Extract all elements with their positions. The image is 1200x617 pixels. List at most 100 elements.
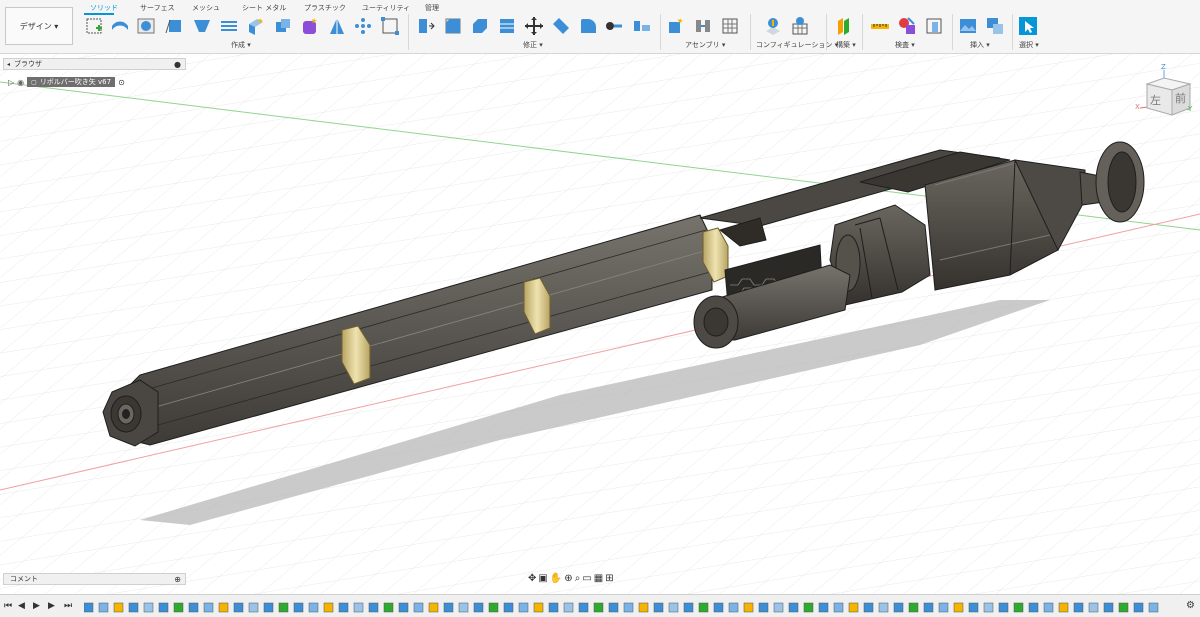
- timeline-feature-icon[interactable]: [1103, 602, 1114, 613]
- add-comment-icon[interactable]: ⊕: [174, 575, 181, 584]
- web-icon[interactable]: [246, 16, 266, 36]
- go-to-start-icon[interactable]: ⏮: [4, 601, 12, 611]
- configuration-table-icon[interactable]: [790, 16, 810, 36]
- timeline-feature-icon[interactable]: [308, 602, 319, 613]
- pan-hand-icon[interactable]: ✋: [550, 573, 562, 584]
- timeline-feature-icon[interactable]: [1088, 602, 1099, 613]
- timeline-feature-icon[interactable]: [458, 602, 469, 613]
- timeline-feature-icon[interactable]: [533, 602, 544, 613]
- timeline-feature-icon[interactable]: [548, 602, 559, 613]
- timeline-feature-icon[interactable]: [1118, 602, 1129, 613]
- timeline-feature-icon[interactable]: [638, 602, 649, 613]
- chamfer-icon[interactable]: [470, 16, 490, 36]
- timeline-feature-icon[interactable]: [413, 602, 424, 613]
- timeline-feature-icon[interactable]: [173, 602, 184, 613]
- timeline-feature-icon[interactable]: [233, 602, 244, 613]
- joint-icon[interactable]: [693, 16, 713, 36]
- go-to-end-icon[interactable]: ⏭: [64, 601, 72, 611]
- timeline-feature-icon[interactable]: [323, 602, 334, 613]
- press-pull-icon[interactable]: [416, 16, 436, 36]
- expand-triangle-icon[interactable]: ▷: [8, 78, 14, 87]
- create-sketch-icon[interactable]: [84, 16, 104, 36]
- viewcube-left-face[interactable]: 左: [1150, 92, 1161, 108]
- split-body-icon[interactable]: [551, 16, 571, 36]
- design-workspace-button[interactable]: デザイン ▾: [5, 7, 73, 45]
- measure-icon[interactable]: [870, 16, 890, 36]
- timeline-feature-icon[interactable]: [683, 602, 694, 613]
- timeline-feature-icon[interactable]: [278, 602, 289, 613]
- inspect-group-label[interactable]: 検査 ▾: [895, 40, 915, 50]
- timeline-feature-icon[interactable]: [1013, 602, 1024, 613]
- timeline-feature-icon[interactable]: [143, 602, 154, 613]
- timeline-feature-icon[interactable]: [878, 602, 889, 613]
- timeline-feature-icon[interactable]: [743, 602, 754, 613]
- timeline-feature-icon[interactable]: [84, 602, 94, 613]
- panel-pin-icon[interactable]: ●: [174, 60, 181, 69]
- timeline-feature-icon[interactable]: [578, 602, 589, 613]
- timeline-feature-icon[interactable]: [728, 602, 739, 613]
- timeline-feature-icon[interactable]: [368, 602, 379, 613]
- grid-snaps-icon[interactable]: ▦: [594, 573, 603, 584]
- timeline-feature-icon[interactable]: [158, 602, 169, 613]
- timeline-feature-icon[interactable]: [863, 602, 874, 613]
- comments-panel-header[interactable]: コメント ⊕: [3, 573, 186, 585]
- timeline-feature-icon[interactable]: [113, 602, 124, 613]
- timeline-feature-icon[interactable]: [518, 602, 529, 613]
- visibility-eye-icon[interactable]: ◉: [17, 78, 24, 87]
- insert-group-label[interactable]: 挿入 ▾: [970, 40, 990, 50]
- viewports-icon[interactable]: ⊞: [605, 573, 613, 584]
- timeline-feature-icon[interactable]: [998, 602, 1009, 613]
- insert-image-icon[interactable]: [958, 16, 978, 36]
- timeline-feature-icon[interactable]: [668, 602, 679, 613]
- timeline-feature-icon[interactable]: [383, 602, 394, 613]
- timeline-feature-icon[interactable]: [218, 602, 229, 613]
- configure-model-icon[interactable]: [763, 16, 783, 36]
- insert-decal-icon[interactable]: [985, 16, 1005, 36]
- timeline-feature-icon[interactable]: [848, 602, 859, 613]
- timeline-features[interactable]: [84, 600, 1174, 614]
- play-icon[interactable]: ▶: [33, 601, 40, 611]
- primitive-pyramid-icon[interactable]: [327, 16, 347, 36]
- timeline-feature-icon[interactable]: [773, 602, 784, 613]
- loft-icon[interactable]: [192, 16, 212, 36]
- timeline-feature-icon[interactable]: [563, 602, 574, 613]
- tab-sheet-metal[interactable]: シート メタル: [242, 3, 286, 13]
- document-root-item[interactable]: ▢ リボルバー吹き矢 v67: [27, 77, 116, 87]
- tab-solid[interactable]: ソリッド: [90, 3, 118, 13]
- revolve-icon[interactable]: [136, 16, 156, 36]
- timeline-feature-icon[interactable]: [203, 602, 214, 613]
- timeline-feature-icon[interactable]: [713, 602, 724, 613]
- viewcube-front-face[interactable]: 前: [1175, 90, 1186, 106]
- timeline-feature-icon[interactable]: [968, 602, 979, 613]
- select-icon[interactable]: [1018, 16, 1038, 36]
- timeline-feature-icon[interactable]: [1133, 602, 1144, 613]
- timeline-feature-icon[interactable]: [908, 602, 919, 613]
- timeline-feature-icon[interactable]: [758, 602, 769, 613]
- browser-tree-root[interactable]: ▷ ◉ ▢ リボルバー吹き矢 v67 ⊙: [8, 76, 125, 88]
- timeline-feature-icon[interactable]: [1058, 602, 1069, 613]
- shell-icon[interactable]: [497, 16, 517, 36]
- timeline-feature-icon[interactable]: [353, 602, 364, 613]
- timeline-feature-icon[interactable]: [1073, 602, 1084, 613]
- timeline-feature-icon[interactable]: [1028, 602, 1039, 613]
- timeline-settings-gear-icon[interactable]: ⚙: [1186, 600, 1195, 611]
- timeline-feature-icon[interactable]: [1043, 602, 1054, 613]
- browser-panel-header[interactable]: ◂ ブラウザ ●: [3, 58, 186, 70]
- timeline-feature-icon[interactable]: [893, 602, 904, 613]
- modify-group-label[interactable]: 修正 ▾: [523, 40, 543, 50]
- orbit-icon[interactable]: ✥: [528, 573, 536, 584]
- timeline-feature-icon[interactable]: [803, 602, 814, 613]
- timeline-feature-icon[interactable]: [593, 602, 604, 613]
- sweep-icon[interactable]: [164, 16, 184, 36]
- physical-material-icon[interactable]: [632, 16, 652, 36]
- new-component-icon[interactable]: [666, 16, 686, 36]
- timeline-feature-icon[interactable]: [188, 602, 199, 613]
- timeline-feature-icon[interactable]: [263, 602, 274, 613]
- rib-icon[interactable]: [219, 16, 239, 36]
- timeline-feature-icon[interactable]: [488, 602, 499, 613]
- timeline-feature-icon[interactable]: [1148, 602, 1159, 613]
- mirror-icon[interactable]: [380, 16, 400, 36]
- form-icon[interactable]: [300, 16, 320, 36]
- timeline-feature-icon[interactable]: [938, 602, 949, 613]
- timeline-feature-icon[interactable]: [503, 602, 514, 613]
